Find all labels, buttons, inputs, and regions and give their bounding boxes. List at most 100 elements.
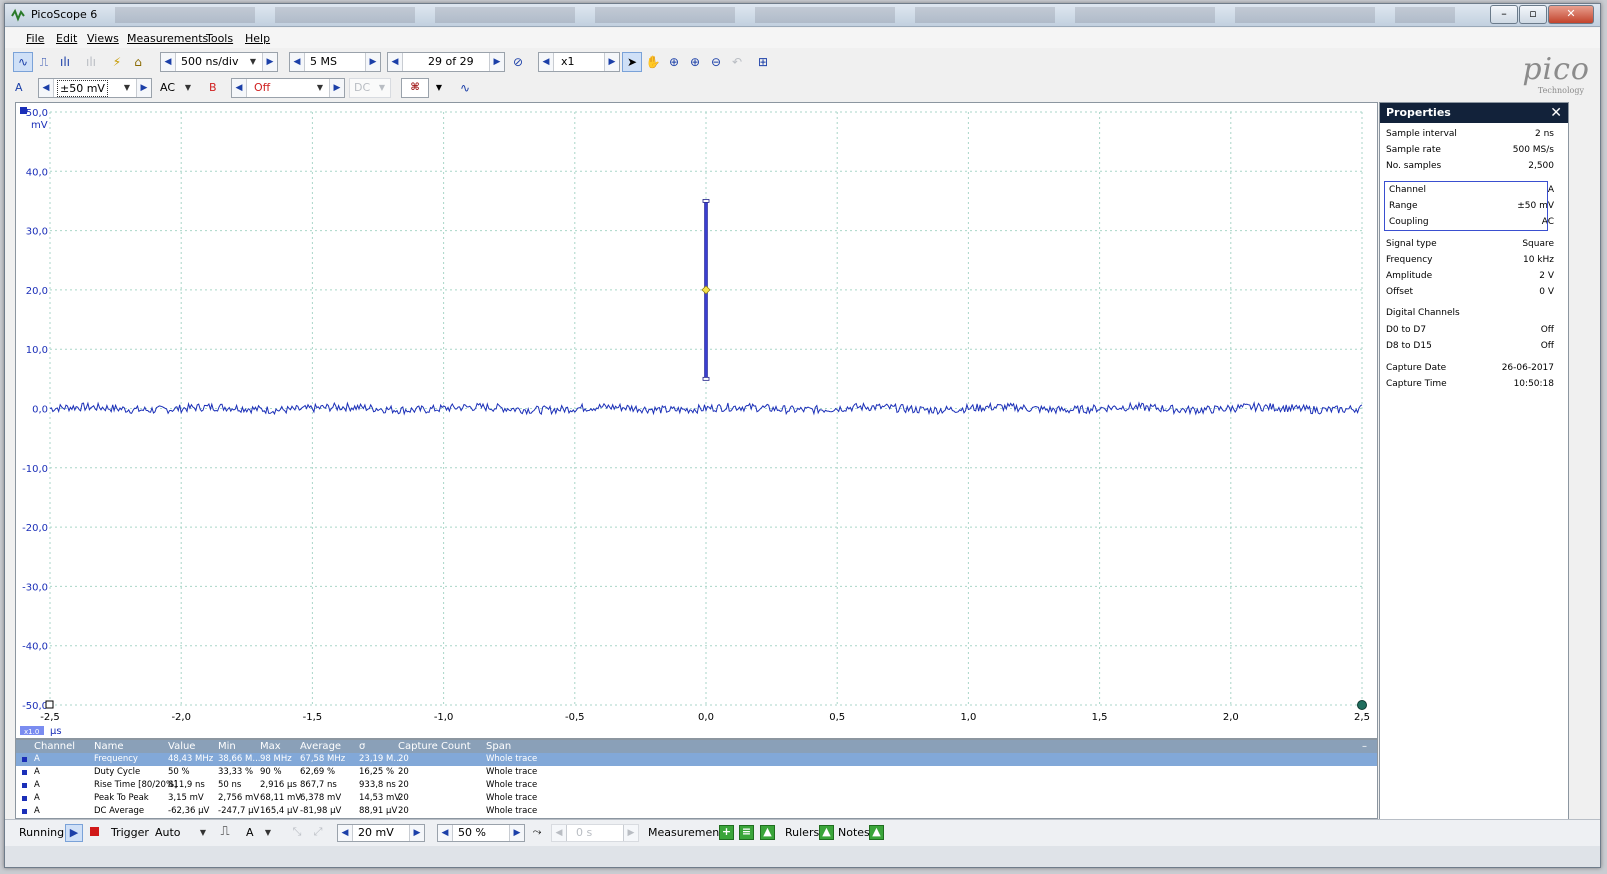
channel-b-coupling-selector[interactable]: DC ▼ xyxy=(349,78,391,98)
delete-measurement-icon[interactable]: ▲ xyxy=(760,825,775,840)
menu-views[interactable]: Views xyxy=(87,32,119,45)
oscilloscope-plot[interactable]: 50,0 40,0 30,0 20,0 10,0 0,0 -10,0 -20,0 -30,0 -4… xyxy=(16,103,1377,738)
post-trigger-icon[interactable]: ⤳ xyxy=(529,824,545,840)
samples-decrease[interactable]: ◀ xyxy=(290,53,305,71)
channel-b-coupling-dropdown-icon[interactable]: ▼ xyxy=(374,79,390,97)
col-value[interactable]: Value xyxy=(168,740,195,753)
close-button[interactable]: ✕ xyxy=(1548,5,1594,24)
samples-selector[interactable]: ◀ 5 MS ▶ xyxy=(289,52,381,72)
scope-mode-icon[interactable]: ∿ xyxy=(13,52,33,72)
capture-navigator[interactable]: ◀ 29 of 29 ▶ xyxy=(387,52,505,72)
col-sigma[interactable]: σ xyxy=(359,740,365,753)
menu-measurements[interactable]: Measurements xyxy=(127,32,208,45)
ruler-handle-right[interactable] xyxy=(1357,700,1367,710)
measurement-row[interactable]: A Frequency 48,43 MHz 38,66 M... 98 MHz 67,58… xyxy=(16,753,1377,766)
channel-a-range-dropdown-icon[interactable]: ▼ xyxy=(119,79,135,97)
persistence-mode-icon[interactable]: ⎍ xyxy=(34,52,54,72)
next-capture[interactable]: ▶ xyxy=(489,53,504,71)
trigger-pulse-icon[interactable]: ⤢ xyxy=(310,824,326,840)
properties-close-icon[interactable]: ✕ xyxy=(1550,103,1562,123)
timebase-decrease[interactable]: ◀ xyxy=(161,53,176,71)
channel-a-range-increase[interactable]: ▶ xyxy=(136,79,151,97)
trigger-source-selector[interactable]: A ▼ xyxy=(241,824,277,842)
col-channel[interactable]: Channel xyxy=(34,740,75,753)
trigger-level-selector[interactable]: ◀ 20 mV ▶ xyxy=(337,824,425,842)
run-button-icon[interactable]: ▶ xyxy=(65,824,83,842)
trigger-marker-top-cap[interactable] xyxy=(702,199,710,203)
minimize-button[interactable]: – xyxy=(1490,5,1518,24)
trigger-position-decrease[interactable]: ◀ xyxy=(438,825,453,841)
rulers-toggle-icon[interactable]: ▲ xyxy=(819,825,834,840)
trigger-mode-dropdown-icon[interactable]: ▼ xyxy=(195,825,211,843)
pretrigger-decrease[interactable]: ◀ xyxy=(552,825,567,841)
channel-b-range-dropdown-icon[interactable]: ▼ xyxy=(312,79,328,97)
math-channels-icon[interactable]: ∿ xyxy=(455,78,475,98)
measurement-row[interactable]: A DC Average -62,36 µV -247,7 µV 165,4 µV -81… xyxy=(16,805,1377,818)
col-max[interactable]: Max xyxy=(260,740,281,753)
samples-increase[interactable]: ▶ xyxy=(365,53,380,71)
trigger-position-increase[interactable]: ▶ xyxy=(509,825,524,841)
channel-a-options[interactable]: A xyxy=(15,78,37,98)
pointer-tool-icon[interactable]: ➤ xyxy=(622,52,642,72)
ruler-handle-left[interactable] xyxy=(45,700,54,709)
channel-a-range-decrease[interactable]: ◀ xyxy=(39,79,54,97)
default-setup-icon[interactable]: ⌂ xyxy=(128,52,148,72)
trigger-settings-icon[interactable]: ⌘ xyxy=(401,78,429,98)
zoom-overview-icon[interactable]: ⊞ xyxy=(753,52,773,72)
menu-edit[interactable]: Edit xyxy=(56,32,77,45)
channel-b-options[interactable]: B xyxy=(209,78,229,98)
edit-measurement-icon[interactable]: ≡ xyxy=(739,825,754,840)
measurement-row[interactable]: A Duty Cycle 50 % 33,33 % 90 % 62,69 % 16,25 %… xyxy=(16,766,1377,779)
trigger-level-decrease[interactable]: ◀ xyxy=(338,825,353,841)
trigger-edge-icon[interactable]: ⎍ xyxy=(217,824,233,840)
zoom-out-icon[interactable]: ⊖ xyxy=(706,52,726,72)
trigger-settings-dropdown-icon[interactable]: ▼ xyxy=(431,78,447,98)
channel-a-range-selector[interactable]: ◀ ±50 mV ▼ ▶ xyxy=(38,78,152,98)
stop-button-icon[interactable] xyxy=(86,824,102,840)
col-capture-count[interactable]: Capture Count xyxy=(398,740,471,753)
menu-tools[interactable]: Tools xyxy=(206,32,233,45)
menu-file[interactable]: File xyxy=(26,32,44,45)
add-measurement-icon[interactable]: + xyxy=(719,825,734,840)
col-min[interactable]: Min xyxy=(218,740,236,753)
timebase-increase[interactable]: ▶ xyxy=(262,53,277,71)
zoom-increase[interactable]: ▶ xyxy=(604,53,619,71)
zoom-selector[interactable]: ◀ x1 ▶ xyxy=(538,52,620,72)
pretrigger-time-selector[interactable]: ◀ 0 s ▶ xyxy=(551,824,639,842)
menu-help[interactable]: Help xyxy=(245,32,270,45)
timebase-selector[interactable]: ◀ 500 ns/div ▼ ▶ xyxy=(160,52,278,72)
channel-b-range-increase[interactable]: ▶ xyxy=(329,79,344,97)
undo-zoom-icon[interactable]: ↶ xyxy=(727,52,747,72)
measurement-row[interactable]: A Peak To Peak 3,15 mV 2,756 mV 68,11 mV 6,37… xyxy=(16,792,1377,805)
spectrum-view-icon[interactable]: ılı xyxy=(81,52,101,72)
channel-a-coupling-selector[interactable]: AC ▼ xyxy=(155,78,197,98)
col-span[interactable]: Span xyxy=(486,740,511,753)
collapse-table-icon[interactable]: – xyxy=(1362,740,1367,753)
trigger-level-diamond[interactable] xyxy=(701,285,711,295)
trigger-level-increase[interactable]: ▶ xyxy=(409,825,424,841)
trigger-hysteresis-icon[interactable]: ⤡ xyxy=(289,824,305,840)
buffer-overview-icon[interactable]: ⊘ xyxy=(508,52,528,72)
previous-capture[interactable]: ◀ xyxy=(388,53,403,71)
trigger-marker-bottom-cap[interactable] xyxy=(702,376,710,381)
pretrigger-increase[interactable]: ▶ xyxy=(623,825,638,841)
scope-view[interactable]: 50,0 40,0 30,0 20,0 10,0 0,0 -10,0 -20,0 -30,0 -4… xyxy=(15,102,1378,739)
channel-b-range-selector[interactable]: ◀ Off ▼ ▶ xyxy=(231,78,345,98)
spectrum-mode-icon[interactable]: ılı xyxy=(55,52,75,72)
measurement-row[interactable]: A Rise Time [80/20%] 811,9 ns 50 ns 2,916 µs… xyxy=(16,779,1377,792)
channel-a-coupling-dropdown-icon[interactable]: ▼ xyxy=(180,79,196,97)
zoom-decrease[interactable]: ◀ xyxy=(539,53,554,71)
trigger-source-dropdown-icon[interactable]: ▼ xyxy=(260,825,276,843)
col-average[interactable]: Average xyxy=(300,740,341,753)
zoom-area-icon[interactable]: ⊕ xyxy=(664,52,684,72)
channel-b-range-decrease[interactable]: ◀ xyxy=(232,79,247,97)
trigger-position-selector[interactable]: ◀ 50 % ▶ xyxy=(437,824,525,842)
maximize-button[interactable]: ▫ xyxy=(1519,5,1547,24)
col-name[interactable]: Name xyxy=(94,740,124,753)
zoom-in-icon[interactable]: ⊕ xyxy=(685,52,705,72)
notes-toggle-icon[interactable]: ▲ xyxy=(869,825,884,840)
trigger-mode-selector[interactable]: Auto ▼ xyxy=(150,824,212,842)
hand-tool-icon[interactable]: ✋ xyxy=(643,52,663,72)
auto-setup-icon[interactable]: ⚡ xyxy=(107,52,127,72)
timebase-dropdown-icon[interactable]: ▼ xyxy=(245,53,261,71)
